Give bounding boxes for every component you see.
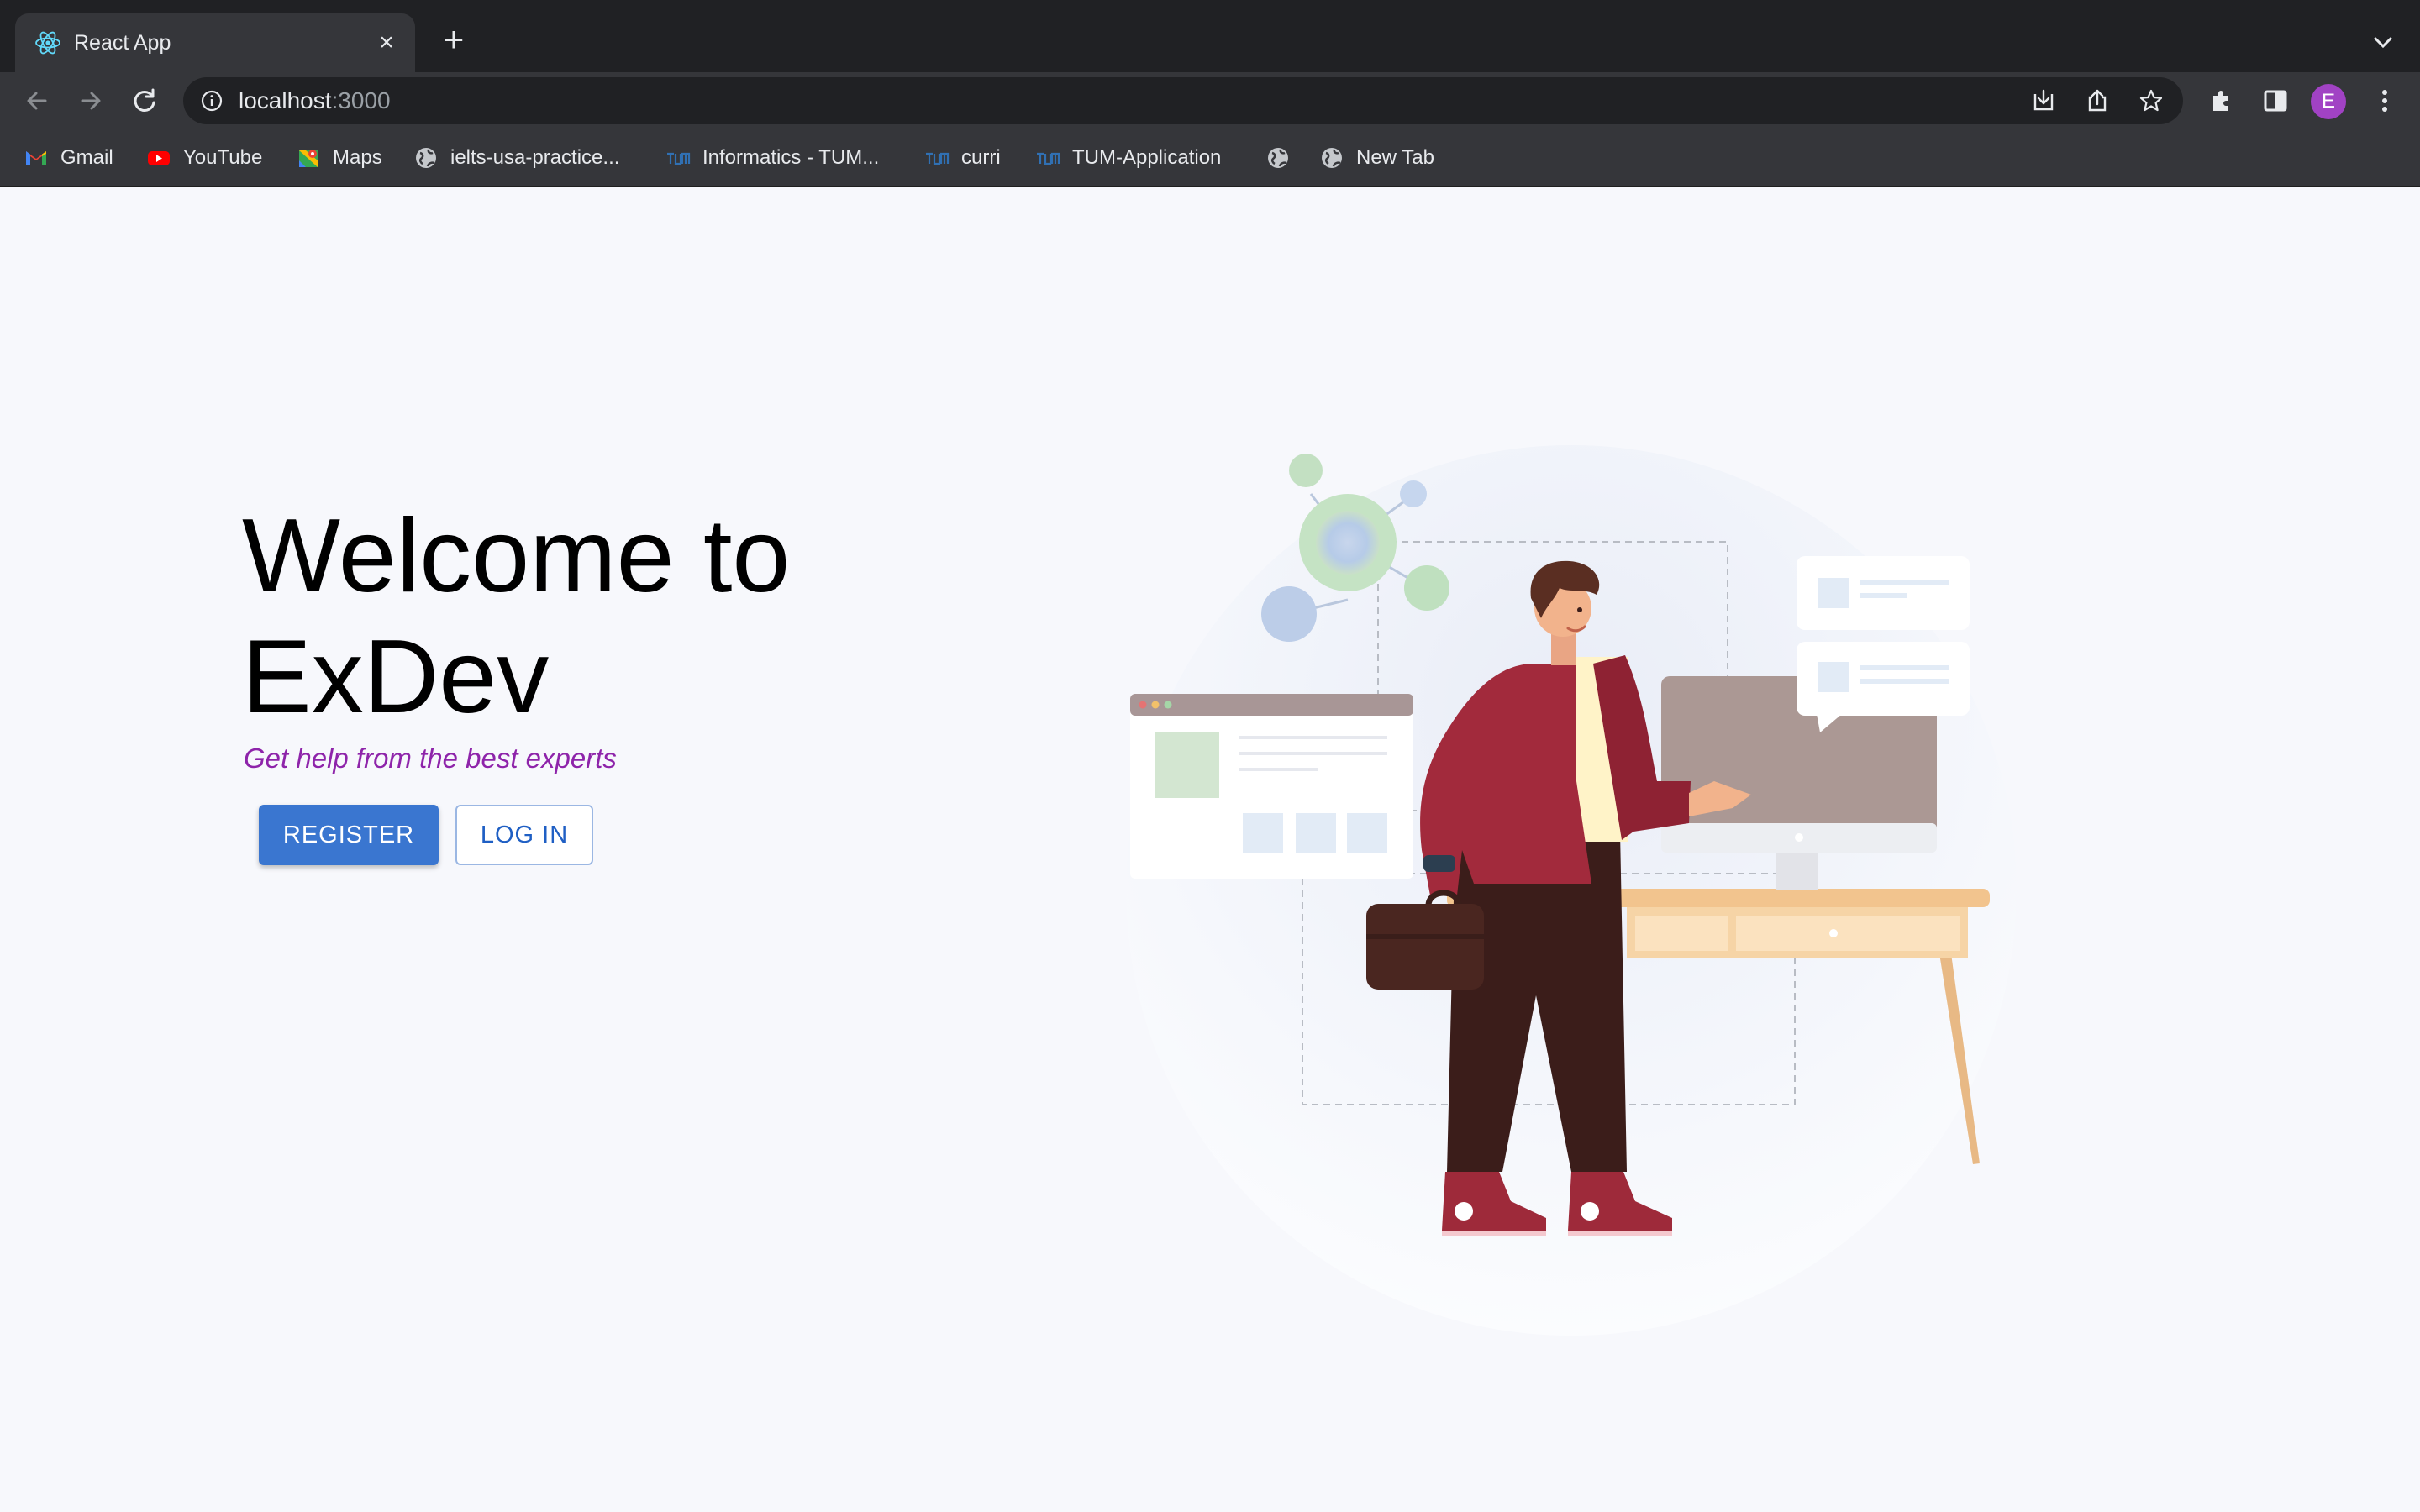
globe-icon <box>416 148 436 168</box>
page-subtitle: Get help from the best experts <box>244 743 617 774</box>
globe-icon <box>1268 148 1288 168</box>
bookmark-label: TUM-Application <box>1072 146 1222 169</box>
site-info-icon[interactable] <box>200 89 224 113</box>
bookmark-label: Maps <box>333 146 382 169</box>
bookmark-maps[interactable]: Maps <box>296 143 382 173</box>
bookmarks-bar: Gmail YouTube Maps ielts-usa-practice...… <box>0 129 2420 187</box>
tum-icon <box>1037 152 1060 165</box>
bookmark-label: curri <box>961 146 1001 169</box>
bookmark-label: New Tab <box>1356 146 1434 169</box>
new-tab-plus-icon[interactable]: + <box>437 22 471 57</box>
bookmark-label: Informatics - TUM... <box>702 146 880 169</box>
globe-icon <box>1322 148 1342 168</box>
bookmark-informatics-tum[interactable]: Informatics - TUM... <box>666 143 879 173</box>
browser-tab[interactable]: React App × <box>15 13 415 72</box>
react-logo-icon <box>35 31 60 55</box>
youtube-icon <box>148 151 170 165</box>
tum-icon <box>667 152 691 165</box>
browser-menu-dots-icon[interactable] <box>2368 84 2402 118</box>
hero-illustration <box>1126 445 2017 1336</box>
gmail-icon <box>26 151 46 165</box>
bookmark-label: YouTube <box>183 146 263 169</box>
chat-bubbles <box>1797 556 1970 732</box>
login-button[interactable]: LOG IN <box>455 805 593 865</box>
page-title: Welcome to ExDev <box>242 498 791 735</box>
back-arrow-icon[interactable] <box>20 84 54 118</box>
browser-toolbar: localhost:3000 E <box>0 72 2420 129</box>
side-panel-icon[interactable] <box>2259 84 2292 118</box>
url-port: :3000 <box>331 87 391 113</box>
maps-icon <box>299 150 318 167</box>
tab-search-chevron-icon[interactable] <box>2368 27 2398 57</box>
reload-icon[interactable] <box>128 84 161 118</box>
url-text: localhost:3000 <box>239 87 391 114</box>
tab-title: React App <box>74 31 171 55</box>
profile-avatar[interactable]: E <box>2311 84 2346 119</box>
browser-window-card <box>1130 694 1413 879</box>
bookmark-ielts[interactable]: ielts-usa-practice... <box>413 143 619 173</box>
tab-strip: React App × + <box>0 0 2420 72</box>
extensions-puzzle-icon[interactable] <box>2205 84 2238 118</box>
tum-icon <box>926 152 950 165</box>
register-button[interactable]: REGISTER <box>259 805 439 865</box>
url-host: localhost <box>239 87 332 113</box>
bookmark-gmail[interactable]: Gmail <box>24 143 113 173</box>
bookmark-curri[interactable]: curri <box>924 143 1001 173</box>
share-icon[interactable] <box>2084 87 2111 114</box>
bookmark-untitled[interactable] <box>1265 143 1291 173</box>
forward-arrow-icon[interactable] <box>74 84 108 118</box>
tab-close-icon[interactable]: × <box>371 28 402 58</box>
bookmark-label: ielts-usa-practice... <box>450 146 620 169</box>
bookmark-label: Gmail <box>60 146 113 169</box>
bookmark-star-icon[interactable] <box>2138 87 2165 114</box>
install-app-icon[interactable] <box>2030 87 2057 114</box>
bookmark-youtube[interactable]: YouTube <box>146 143 262 173</box>
bookmark-tum-application[interactable]: TUM-Application <box>1035 143 1221 173</box>
bookmark-new-tab[interactable]: New Tab <box>1319 143 1434 173</box>
address-bar[interactable]: localhost:3000 <box>183 77 2183 124</box>
